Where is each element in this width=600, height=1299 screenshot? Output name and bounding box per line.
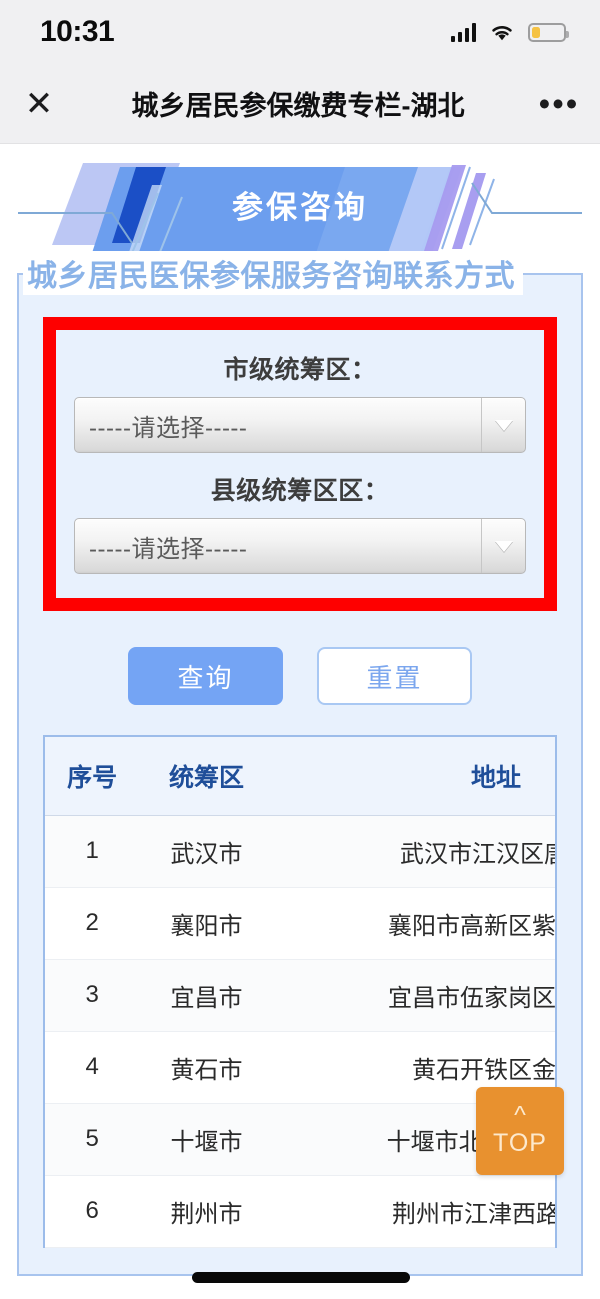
section-legend: 城乡居民医保参保服务咨询联系方式	[23, 251, 523, 295]
city-select[interactable]: -----请选择-----	[74, 397, 526, 453]
query-button[interactable]: 查询	[128, 647, 283, 705]
cell-area: 十堰市	[139, 1103, 274, 1176]
county-select-value: -----请选择-----	[89, 535, 248, 563]
black-annotation-bar	[192, 1272, 410, 1283]
table-row[interactable]: 6 荆州市 荆州市江津西路421	[45, 1175, 555, 1248]
status-bar-icons	[450, 22, 569, 42]
table-row[interactable]: 2 襄阳市 襄阳市高新区紫贞公	[45, 887, 555, 960]
county-field-label: 县级统筹区区：	[210, 477, 390, 505]
cell-area: 武汉市	[139, 815, 274, 888]
cell-address: 宜昌市伍家岗区体育	[273, 959, 555, 1032]
page-banner: 参保咨询	[0, 145, 600, 263]
cell-address: 武汉市江汉区唐家	[273, 815, 555, 888]
table-header-area: 统筹区	[139, 737, 274, 816]
cell-address: 荆州市江津西路421	[273, 1175, 555, 1248]
cell-no: 1	[45, 815, 140, 888]
cell-address: 襄阳市高新区紫贞公	[273, 887, 555, 960]
table-header-address: 地址	[273, 737, 555, 816]
cell-area: 黄石市	[139, 1031, 274, 1104]
banner-title: 参保咨询	[232, 189, 368, 225]
form-actions: 查询 重置	[35, 647, 565, 705]
chevron-down-icon[interactable]	[481, 398, 525, 452]
chevron-down-icon[interactable]	[481, 519, 525, 573]
city-select-value: -----请选择-----	[89, 414, 248, 442]
browser-nav-bar: ✕ 城乡居民参保缴费专栏-湖北 •••	[0, 64, 600, 144]
red-annotation-box: 市级统筹区： -----请选择----- 县级统筹区区： -----请选择---…	[43, 317, 557, 611]
page-title: 城乡居民参保缴费专栏-湖北	[131, 91, 465, 121]
county-select[interactable]: -----请选择-----	[74, 518, 526, 574]
scroll-to-top-button[interactable]: ^ TOP	[476, 1087, 564, 1175]
city-field-label: 市级统筹区：	[223, 356, 377, 384]
phone-screen: 10:31 ✕ 城乡居民参保缴费专栏-湖北 ••• 参保咨询 城乡居民医保参保服…	[0, 0, 600, 1299]
cell-area: 襄阳市	[139, 887, 274, 960]
region-filter-form: 市级统筹区： -----请选择----- 县级统筹区区： -----请选择---…	[60, 334, 540, 594]
wifi-icon	[489, 23, 515, 42]
table-row[interactable]: 3 宜昌市 宜昌市伍家岗区体育	[45, 959, 555, 1032]
cell-area: 荆州市	[139, 1175, 274, 1248]
scroll-to-top-label: TOP	[493, 1128, 547, 1157]
cell-no: 6	[45, 1175, 140, 1248]
chevron-up-icon: ^	[514, 1101, 526, 1130]
cell-no: 4	[45, 1031, 140, 1104]
table-header-no: 序号	[45, 737, 140, 816]
reset-button[interactable]: 重置	[317, 647, 472, 705]
status-bar: 10:31	[0, 0, 600, 64]
cell-no: 5	[45, 1103, 140, 1176]
status-bar-clock: 10:31	[40, 15, 115, 48]
table-body: 1 武汉市 武汉市江汉区唐家 2 襄阳市 襄阳市高新区紫贞公 3	[45, 815, 555, 1248]
cellular-signal-icon	[450, 22, 476, 42]
close-icon[interactable]: ✕	[0, 87, 78, 121]
cell-no: 3	[45, 959, 140, 1032]
form-spacer	[74, 453, 526, 471]
cell-no: 2	[45, 887, 140, 960]
table-row[interactable]: 1 武汉市 武汉市江汉区唐家	[45, 815, 555, 888]
table-header-row: 序号 统筹区 地址	[45, 737, 555, 816]
cell-area: 宜昌市	[139, 959, 274, 1032]
more-options-icon[interactable]: •••	[518, 87, 600, 120]
battery-low-icon	[528, 22, 569, 42]
